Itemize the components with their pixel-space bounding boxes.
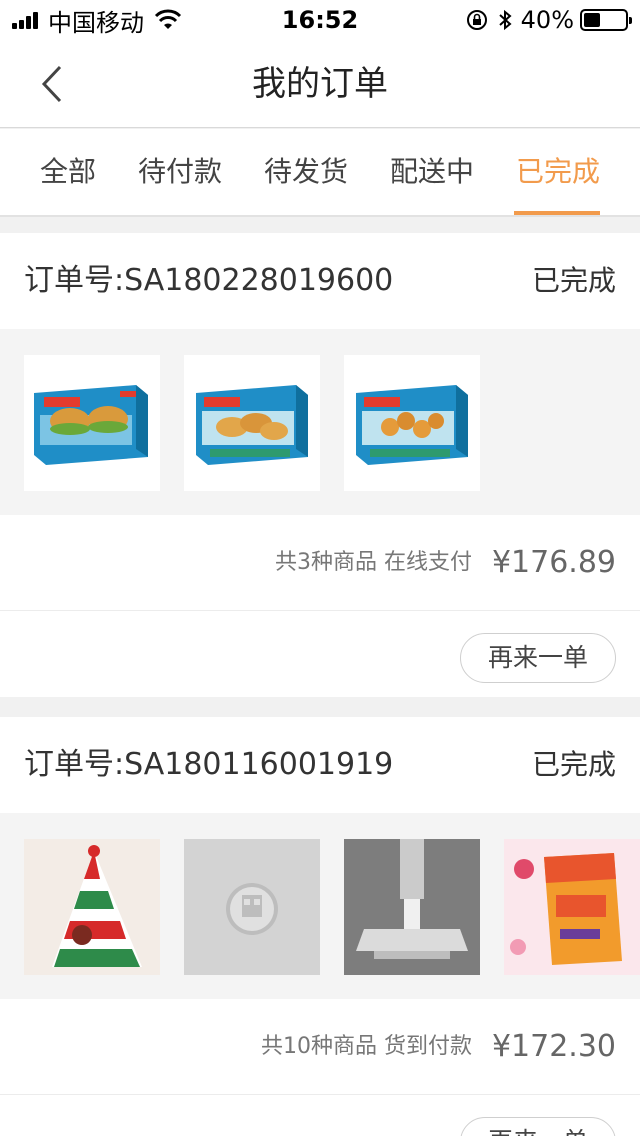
nav-bar: 我的订单 (0, 40, 640, 128)
tab-all[interactable]: 全部 (24, 129, 112, 217)
goods-thumbnails[interactable] (0, 329, 640, 515)
order-status: 已完成 (531, 264, 616, 297)
order-card[interactable]: 订单号:SA180228019600 已完成 共3种商品 在线支付 ¥176.8… (0, 233, 640, 697)
order-status: 已完成 (531, 748, 616, 781)
shrimp-box-image[interactable] (344, 355, 480, 491)
placeholder-image[interactable] (184, 839, 320, 975)
snack-box-image[interactable] (504, 839, 640, 975)
order-number: 订单号:SA180116001919 (24, 747, 394, 782)
tab-delivering[interactable]: 配送中 (384, 129, 480, 217)
order-card[interactable]: 订单号:SA180116001919 已完成 共10种商品 货到付款 ¥172.… (0, 717, 640, 1136)
active-tab-underline (514, 211, 600, 215)
clip-holder-image[interactable] (344, 839, 480, 975)
bluetooth-icon (498, 9, 512, 31)
order-number: 订单号:SA180228019600 (24, 263, 394, 298)
reorder-button[interactable]: 再来一单 (460, 1117, 616, 1136)
reorder-button[interactable]: 再来一单 (460, 633, 616, 683)
rotation-lock-icon (466, 10, 487, 30)
order-summary: 共10种商品 货到付款 (261, 1034, 472, 1059)
tab-completed[interactable]: 已完成 (510, 129, 606, 217)
status-bar: 中国移动 16:52 40% (0, 0, 640, 40)
battery-level (584, 13, 600, 27)
order-status-tabs: 全部 待付款 待发货 配送中 已完成 (0, 129, 640, 217)
tab-pending-shipment[interactable]: 待发货 (258, 129, 354, 217)
order-total: ¥176.89 (491, 545, 616, 580)
page-title: 我的订单 (252, 64, 388, 104)
christmas-hat-image[interactable] (24, 839, 160, 975)
battery-icon (580, 9, 632, 31)
fish-fillet-box-image[interactable] (184, 355, 320, 491)
tab-pending-payment[interactable]: 待付款 (132, 129, 228, 217)
order-total: ¥172.30 (491, 1029, 616, 1064)
fish-burger-box-image[interactable] (24, 355, 160, 491)
order-summary: 共3种商品 在线支付 (275, 550, 472, 575)
battery-percent: 40% (520, 6, 574, 34)
goods-thumbnails[interactable] (0, 813, 640, 999)
